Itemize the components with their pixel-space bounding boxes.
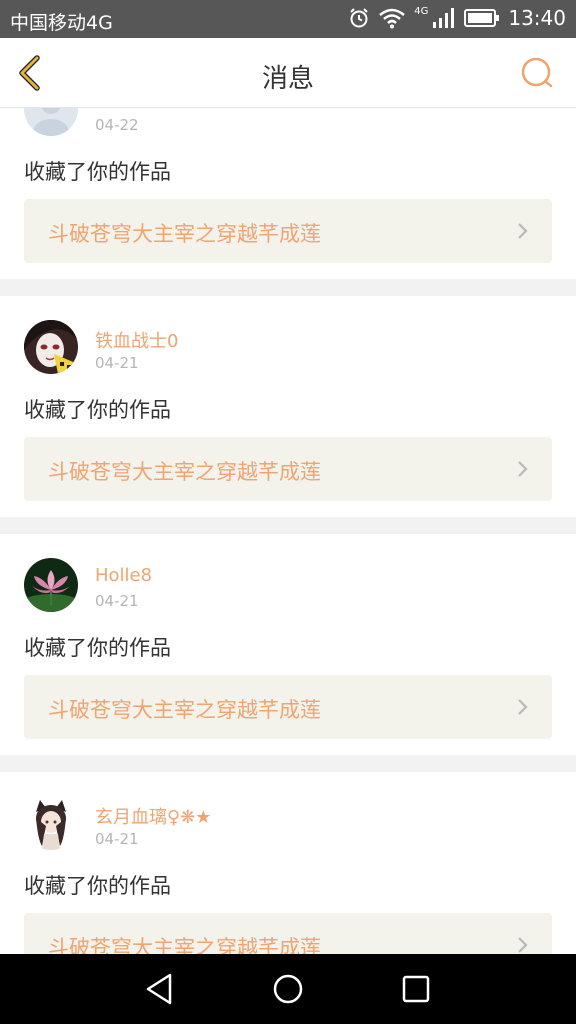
avatar[interactable]	[24, 558, 78, 612]
chevron-right-icon	[518, 937, 528, 953]
avatar[interactable]	[24, 796, 78, 850]
message-action: 收藏了你的作品	[24, 398, 171, 422]
work-title: 斗破苍穹大主宰之穿越芊成莲	[48, 936, 321, 954]
message-action: 收藏了你的作品	[24, 160, 171, 184]
user-name[interactable]: 铁血战士0	[95, 327, 178, 353]
work-title: 斗破苍穹大主宰之穿越芊成莲	[48, 460, 321, 484]
chevron-right-icon	[518, 223, 528, 239]
message-action: 收藏了你的作品	[24, 874, 171, 898]
message-date: 04-21	[95, 354, 139, 372]
work-link[interactable]: 斗破苍穹大主宰之穿越芊成莲	[24, 437, 552, 501]
work-title: 斗破苍穹大主宰之穿越芊成莲	[48, 698, 321, 722]
message-date: 04-21	[95, 592, 139, 610]
avatar[interactable]	[24, 108, 78, 136]
message-item: 04-22 收藏了你的作品 斗破苍穹大主宰之穿越芊成莲	[0, 108, 576, 279]
system-nav-bar	[0, 954, 576, 1024]
work-link[interactable]: 斗破苍穹大主宰之穿越芊成莲	[24, 675, 552, 739]
back-triangle-icon[interactable]	[142, 971, 178, 1007]
user-name[interactable]: Holle8	[95, 565, 152, 586]
chevron-right-icon	[518, 699, 528, 715]
alarm-icon	[350, 8, 368, 28]
home-circle-icon[interactable]	[270, 971, 306, 1007]
message-date: 04-21	[95, 830, 139, 848]
carrier-label: 中国移动4G	[10, 12, 113, 34]
battery-icon	[464, 9, 500, 27]
recents-square-icon[interactable]	[398, 971, 434, 1007]
chevron-right-icon	[518, 461, 528, 477]
avatar[interactable]	[24, 320, 78, 374]
work-title: 斗破苍穹大主宰之穿越芊成莲	[48, 222, 321, 246]
wifi-icon	[379, 8, 406, 29]
work-link[interactable]: 斗破苍穹大主宰之穿越芊成莲	[24, 199, 552, 263]
status-icons: 4G 13:40	[348, 6, 566, 30]
message-item: 铁血战士0 04-21 收藏了你的作品 斗破苍穹大主宰之穿越芊成莲	[0, 296, 576, 517]
signal-icon	[433, 8, 455, 28]
page-title: 消息	[261, 64, 314, 94]
header: 消息	[0, 38, 576, 108]
network-type-label: 4G	[414, 5, 429, 17]
message-date: 04-22	[95, 116, 139, 134]
work-link[interactable]: 斗破苍穹大主宰之穿越芊成莲	[24, 913, 552, 954]
user-name[interactable]: 玄月血璃♀❋★	[95, 803, 211, 829]
message-action: 收藏了你的作品	[24, 636, 171, 660]
clock: 13:40	[508, 6, 566, 30]
message-list[interactable]: 04-22 收藏了你的作品 斗破苍穹大主宰之穿越芊成莲 铁血战士0 04-21 …	[0, 108, 576, 954]
status-bar: 中国移动4G 4G 13:40	[0, 0, 576, 38]
message-item: Holle8 04-21 收藏了你的作品 斗破苍穹大主宰之穿越芊成莲	[0, 534, 576, 755]
message-item: 玄月血璃♀❋★ 04-21 收藏了你的作品 斗破苍穹大主宰之穿越芊成莲	[0, 772, 576, 954]
search-button[interactable]	[518, 54, 556, 92]
